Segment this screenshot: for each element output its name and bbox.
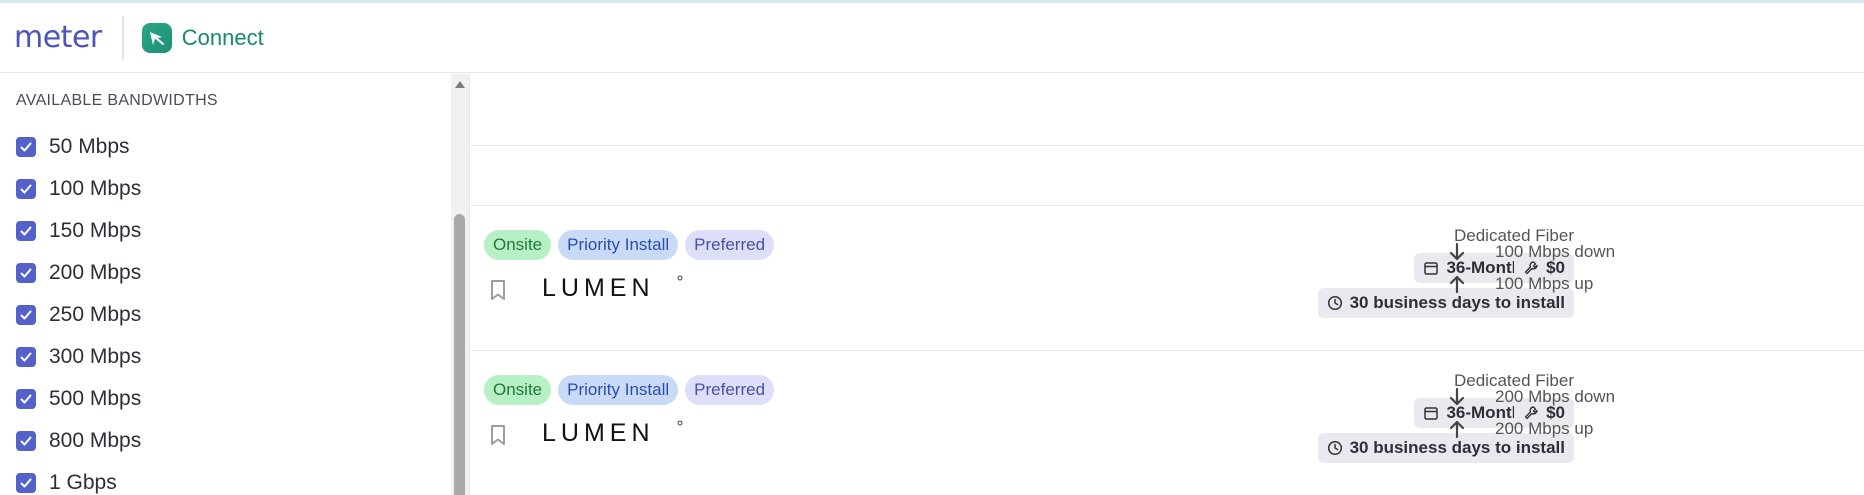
checkbox-checked-icon[interactable] <box>16 263 36 283</box>
quote-row[interactable]: Onsite Priority Install Preferred LUMEN … <box>471 351 1864 495</box>
meter-logo[interactable]: meter <box>14 20 102 55</box>
bandwidth-option-label: 200 Mbps <box>49 261 142 284</box>
scroll-up-arrow-icon[interactable] <box>455 81 465 88</box>
install-time-label: 30 business days to install <box>1349 438 1565 457</box>
list-subheader-row <box>471 146 1864 206</box>
download-speed-label: 200 Mbps down <box>1495 387 1616 406</box>
upload-speed-label: 200 Mbps up <box>1495 419 1594 438</box>
tag-priority-install: Priority Install <box>558 230 679 260</box>
bandwidth-option-label: 50 Mbps <box>49 135 130 158</box>
upload-speed-label: 100 Mbps up <box>1495 274 1594 293</box>
quotes-list: Onsite Priority Install Preferred LUMEN … <box>471 74 1864 495</box>
bandwidth-option[interactable]: 200 Mbps <box>16 252 141 294</box>
bookmark-icon[interactable] <box>487 278 509 302</box>
tag-onsite: Onsite <box>484 375 552 405</box>
bandwidth-option[interactable]: 50 Mbps <box>16 126 141 168</box>
download-speed-label: 100 Mbps down <box>1495 242 1616 261</box>
checkbox-checked-icon[interactable] <box>16 179 36 199</box>
sidebar-scrollbar[interactable] <box>451 74 469 495</box>
calendar-icon <box>1424 262 1439 275</box>
provider-logo-text: LUMEN <box>542 419 655 447</box>
quote-tags: Onsite Priority Install Preferred <box>484 375 775 405</box>
filter-sidebar: AVAILABLE BANDWIDTHS 50 Mbps 100 Mbps 15… <box>0 74 470 495</box>
bandwidth-option[interactable]: 800 Mbps <box>16 420 141 462</box>
clock-icon <box>1327 440 1342 456</box>
install-time-label: 30 business days to install <box>1349 293 1565 312</box>
bandwidth-option-label: 150 Mbps <box>49 219 142 242</box>
arrow-down-icon <box>1449 242 1465 261</box>
bandwidth-option[interactable]: 1 Gbps <box>16 462 141 495</box>
bandwidth-option[interactable]: 300 Mbps <box>16 336 141 378</box>
tag-onsite: Onsite <box>484 230 552 260</box>
provider-logo-text: LUMEN <box>542 274 655 302</box>
scrollbar-thumb[interactable] <box>454 214 465 495</box>
connect-app-icon <box>141 22 172 53</box>
checkbox-checked-icon[interactable] <box>16 137 36 157</box>
quote-tags: Onsite Priority Install Preferred <box>484 230 775 260</box>
download-speed: 200 Mbps down <box>1446 386 1615 408</box>
arrow-up-icon <box>1449 420 1465 439</box>
bandwidth-option-label: 100 Mbps <box>49 177 142 200</box>
arrow-down-icon <box>1449 387 1465 406</box>
lumen-logo: LUMEN <box>542 419 683 447</box>
bandwidth-option-label: 1 Gbps <box>49 471 117 494</box>
bookmark-icon[interactable] <box>487 423 509 447</box>
arrow-up-icon <box>1449 275 1465 294</box>
app-header: meter Connect <box>0 3 1864 73</box>
lumen-logo: LUMEN <box>542 274 683 302</box>
bandwidth-option-label: 250 Mbps <box>49 303 142 326</box>
calendar-icon <box>1424 407 1439 420</box>
bandwidth-option-label: 300 Mbps <box>49 345 142 368</box>
quote-row[interactable]: Onsite Priority Install Preferred LUMEN … <box>471 206 1864 351</box>
checkbox-checked-icon[interactable] <box>16 347 36 367</box>
checkbox-checked-icon[interactable] <box>16 305 36 325</box>
bandwidth-option[interactable]: 250 Mbps <box>16 294 141 336</box>
bandwidth-option[interactable]: 500 Mbps <box>16 378 141 420</box>
checkbox-checked-icon[interactable] <box>16 221 36 241</box>
upload-speed: 200 Mbps up <box>1446 418 1593 440</box>
header-divider <box>121 15 124 60</box>
bandwidth-filter-heading: AVAILABLE BANDWIDTHS <box>16 92 218 109</box>
bandwidth-option[interactable]: 150 Mbps <box>16 210 141 252</box>
checkbox-checked-icon[interactable] <box>16 431 36 451</box>
tag-preferred: Preferred <box>685 375 775 405</box>
bandwidth-option-label: 500 Mbps <box>49 387 142 410</box>
upload-speed: 100 Mbps up <box>1446 273 1593 295</box>
list-header-row <box>471 74 1864 146</box>
product-name[interactable]: Connect <box>182 25 264 51</box>
checkbox-checked-icon[interactable] <box>16 473 36 493</box>
tag-preferred: Preferred <box>685 230 775 260</box>
tag-priority-install: Priority Install <box>558 375 679 405</box>
clock-icon <box>1327 295 1342 311</box>
download-speed: 100 Mbps down <box>1446 241 1615 263</box>
bandwidth-filter-list: 50 Mbps 100 Mbps 150 Mbps 200 Mbps 250 M… <box>16 126 141 495</box>
checkbox-checked-icon[interactable] <box>16 389 36 409</box>
bandwidth-option[interactable]: 100 Mbps <box>16 168 141 210</box>
bandwidth-option-label: 800 Mbps <box>49 429 142 452</box>
